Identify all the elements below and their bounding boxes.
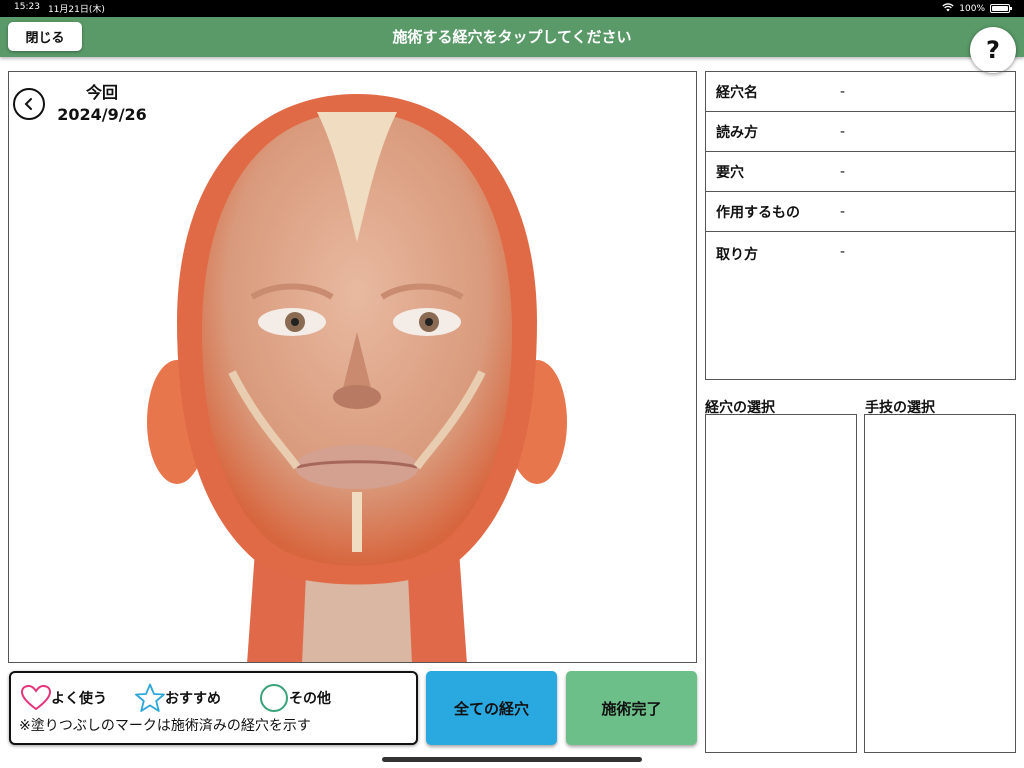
technique-selection-list[interactable]	[864, 414, 1016, 753]
info-value: -	[840, 83, 846, 100]
info-label: 作用するもの	[716, 204, 800, 221]
status-bar: 15:23 11月21日(木) 100%	[0, 0, 1024, 17]
info-row-location: 取り方 -	[706, 232, 1015, 264]
info-label: 要穴	[716, 164, 744, 181]
info-label: 読み方	[716, 124, 758, 141]
page-title: 施術する経穴をタップしてください	[392, 28, 632, 46]
complete-treatment-button[interactable]: 施術完了	[566, 671, 697, 745]
face-muscle-illustration[interactable]	[137, 92, 577, 663]
circle-icon	[260, 684, 288, 712]
legend-item-recommended: おすすめ	[135, 683, 221, 713]
status-date: 11月21日(木)	[47, 5, 105, 15]
info-row-name: 経穴名 -	[706, 72, 1015, 112]
heart-icon	[21, 685, 51, 711]
anatomy-image-panel[interactable]: 今回 2024/9/26	[8, 71, 697, 663]
info-value: -	[840, 244, 846, 260]
info-row-effect: 作用するもの -	[706, 192, 1015, 232]
header-bar: 施術する経穴をタップしてください 閉じる	[0, 17, 1024, 57]
info-row-reading: 読み方 -	[706, 112, 1015, 152]
info-label: 経穴名	[716, 84, 758, 101]
legend-item-other: その他	[259, 683, 331, 713]
star-icon	[135, 683, 165, 712]
info-label: 取り方	[716, 247, 758, 263]
info-value: -	[840, 163, 846, 180]
battery-level	[992, 6, 1008, 11]
chevron-left-icon	[24, 98, 32, 110]
acupoint-selection-list[interactable]	[705, 414, 857, 753]
status-time: 15:23	[14, 2, 40, 12]
help-button[interactable]: ?	[970, 27, 1016, 73]
info-row-key-point: 要穴 -	[706, 152, 1015, 192]
acupoint-info-table: 経穴名 - 読み方 - 要穴 - 作用するもの - 取り方 -	[705, 71, 1016, 380]
wifi-icon	[942, 2, 954, 15]
legend-label: おすすめ	[165, 691, 221, 707]
battery-percent: 100%	[959, 3, 985, 14]
info-value: -	[840, 203, 846, 220]
close-button[interactable]: 閉じる	[8, 22, 82, 51]
legend-label: その他	[289, 691, 331, 707]
legend-label: よく使う	[51, 691, 107, 707]
legend-item-favorite: よく使う	[21, 685, 107, 711]
home-indicator	[382, 757, 642, 762]
info-value: -	[840, 123, 846, 140]
back-button[interactable]	[13, 88, 45, 120]
legend-panel: よく使う おすすめ その他 ※塗りつぶしのマークは施術済みの経穴を示す	[9, 671, 418, 745]
legend-note: ※塗りつぶしのマークは施術済みの経穴を示す	[19, 718, 311, 734]
battery-icon	[990, 4, 1012, 13]
all-acupoints-button[interactable]: 全ての経穴	[426, 671, 557, 745]
